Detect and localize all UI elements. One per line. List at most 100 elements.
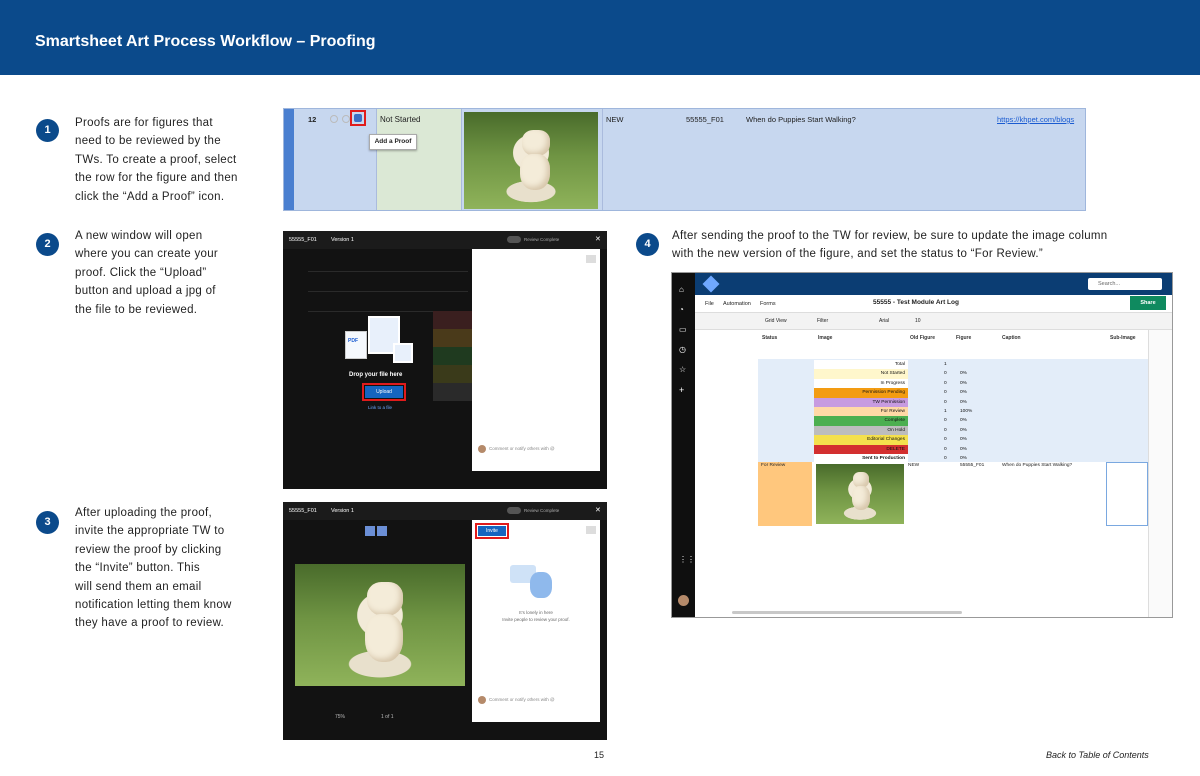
- summary-count: 0: [944, 380, 947, 386]
- summary-label: On Hold: [814, 425, 908, 436]
- figure-value: 55555_F01: [686, 115, 724, 124]
- empty-state-title: It’s lonely in here: [519, 610, 553, 615]
- video-illustration: [393, 343, 413, 363]
- summary-percent: 0%: [960, 446, 967, 452]
- column-caption[interactable]: Caption: [1002, 335, 1021, 349]
- status-cell[interactable]: [376, 109, 461, 210]
- comment-input[interactable]: Comment or notify others with @: [489, 446, 555, 451]
- search-input[interactable]: Search...: [1088, 278, 1162, 290]
- pdf-illustration: PDF: [345, 331, 367, 359]
- menu-file[interactable]: File: [705, 301, 714, 307]
- column-status[interactable]: Status: [762, 335, 777, 349]
- summary-count: 0: [944, 427, 947, 433]
- comment-input[interactable]: Comment or notify others with @: [489, 697, 555, 702]
- summary-count: 1: [944, 362, 947, 367]
- font-dropdown[interactable]: Arial: [879, 318, 889, 324]
- comments-panel: Comment or notify others with @: [472, 249, 600, 471]
- close-icon[interactable]: ✕: [595, 235, 601, 243]
- table-of-contents-link[interactable]: Back to Table of Contents: [1046, 750, 1149, 760]
- sheet-title: 55555 - Test Module Art Log: [873, 299, 959, 306]
- puppy-body: [520, 154, 550, 190]
- person-illustration: [530, 572, 552, 598]
- page-indicator: 1 of 1: [381, 714, 394, 720]
- tool-icon[interactable]: [377, 526, 387, 536]
- summary-label: DELETE: [814, 444, 908, 454]
- column-sub-image[interactable]: Sub-Image: [1110, 335, 1136, 349]
- sub-image-cell[interactable]: [1106, 462, 1148, 526]
- column-old-figure[interactable]: Old Figure: [910, 335, 935, 349]
- puppy-head: [522, 130, 550, 156]
- close-icon[interactable]: ✕: [595, 506, 601, 514]
- step-4-text: After sending the proof to the TW for re…: [672, 230, 1108, 261]
- summary-label: Editorial Changes: [814, 435, 908, 445]
- smartsheet-logo-icon[interactable]: [702, 275, 720, 293]
- summary-percent: 0%: [960, 371, 967, 377]
- summary-count: 0: [944, 371, 947, 377]
- menu-forms[interactable]: Forms: [760, 301, 776, 307]
- user-avatar[interactable]: [678, 595, 689, 606]
- page-number: 15: [594, 750, 605, 760]
- old-figure-value: NEW: [606, 115, 624, 124]
- puppy-body: [365, 614, 403, 662]
- star-icon[interactable]: ☆: [679, 365, 686, 374]
- summary-percent: 100%: [960, 409, 973, 414]
- screenshot-invite-reviewer: 55555_F01 Version 1 Review Complete ✕ 75…: [283, 502, 607, 740]
- blog-link[interactable]: https://khpet.com/blogs: [997, 115, 1074, 124]
- version-dropdown[interactable]: Version 1: [331, 237, 354, 243]
- summary-count: 0: [944, 446, 947, 452]
- filter-button[interactable]: Filter: [817, 318, 828, 324]
- panel-icon[interactable]: [586, 255, 596, 263]
- font-size-dropdown[interactable]: 10: [915, 318, 921, 324]
- summary-label: TW Permission: [814, 397, 908, 407]
- sheet-menu: File Automation Forms 55555 - Test Modul…: [695, 295, 1172, 313]
- summary-label: Permission Pending: [814, 388, 908, 398]
- step-2-text: A new window will open where you can cre…: [75, 230, 219, 316]
- top-bar: Search...: [695, 273, 1172, 295]
- summary-count: 0: [944, 456, 947, 461]
- attachment-icon[interactable]: [330, 115, 338, 123]
- row-figure: 55555_F01: [960, 463, 985, 468]
- grid-view-dropdown[interactable]: Grid View: [765, 318, 787, 324]
- version-dropdown[interactable]: Version 1: [331, 508, 354, 514]
- review-toggle[interactable]: [507, 507, 521, 514]
- share-button[interactable]: Share: [1130, 296, 1166, 310]
- folder-icon[interactable]: ▭: [679, 325, 687, 334]
- file-name: 55555_F01: [289, 508, 317, 514]
- review-toggle[interactable]: [507, 236, 521, 243]
- puppy-head: [367, 582, 403, 616]
- status-cell[interactable]: [758, 462, 812, 526]
- column-image[interactable]: Image: [818, 335, 832, 349]
- highlight-box: [350, 110, 366, 126]
- summary-percent: 0%: [960, 437, 967, 443]
- plus-icon[interactable]: +: [679, 385, 684, 395]
- summary-count: 1: [944, 409, 947, 414]
- page-header: Smartsheet Art Process Workflow – Proofi…: [0, 0, 1200, 75]
- apps-icon[interactable]: ⋮⋮: [679, 555, 695, 564]
- clock-icon[interactable]: ◷: [679, 345, 686, 354]
- zoom-level[interactable]: 75%: [335, 714, 345, 720]
- puppy-thumbnail: [816, 464, 904, 524]
- toolbar: Grid View Filter Arial 10: [695, 313, 1172, 330]
- menu-automation[interactable]: Automation: [723, 301, 751, 307]
- summary-count: 0: [944, 437, 947, 443]
- summary-count: 0: [944, 418, 947, 424]
- tool-icon[interactable]: [365, 526, 375, 536]
- summary-percent: 0%: [960, 390, 967, 396]
- comment-icon[interactable]: [342, 115, 350, 123]
- panel-icon[interactable]: [586, 526, 596, 534]
- summary-count: 0: [944, 390, 947, 396]
- file-name: 55555_F01: [289, 237, 317, 243]
- review-toggle-label: Review Complete: [524, 508, 560, 513]
- caption-value: When do Puppies Start Walking?: [746, 115, 856, 124]
- row-old-figure: NEW: [908, 463, 920, 468]
- avatar: [478, 445, 486, 453]
- step-3-text: After uploading the proof, invite the ap…: [75, 507, 232, 630]
- summary-count: 0: [944, 399, 947, 405]
- home-icon[interactable]: ⌂: [679, 285, 684, 294]
- horizontal-scrollbar[interactable]: [732, 611, 962, 614]
- puppy-image: [464, 112, 598, 209]
- right-panel-rail: [1148, 330, 1172, 617]
- column-figure[interactable]: Figure: [956, 335, 971, 349]
- bell-icon[interactable]: ◔: [679, 305, 684, 314]
- link-file-link[interactable]: Link to a file: [368, 405, 392, 410]
